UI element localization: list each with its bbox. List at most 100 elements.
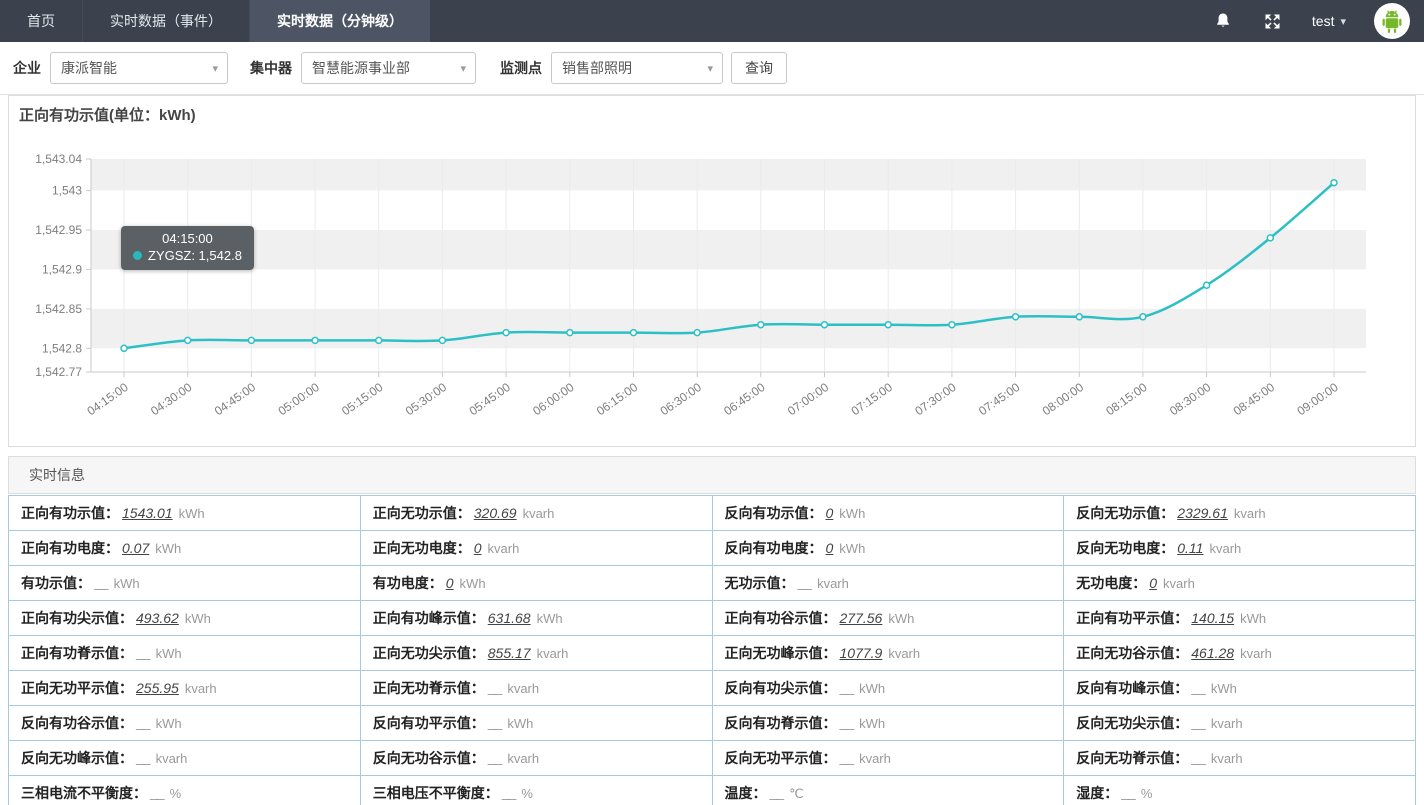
info-cell-unit: % bbox=[521, 786, 533, 801]
line-chart[interactable]: 1,543.041,5431,542.951,542.91,542.851,54… bbox=[9, 96, 1415, 446]
info-cell: 反向有功平示值：__kWh bbox=[360, 706, 712, 741]
info-cell-label: 反向无功电度： bbox=[1076, 540, 1174, 556]
info-cell-label: 正向无功脊示值： bbox=[373, 680, 485, 696]
info-cell-unit: kWh bbox=[507, 716, 533, 731]
fullscreen-icon[interactable] bbox=[1262, 10, 1284, 32]
info-row: 反向无功峰示值：__kvarh反向无功谷示值：__kvarh反向无功平示值：__… bbox=[9, 741, 1416, 776]
user-menu[interactable]: test ▾ bbox=[1312, 13, 1346, 29]
info-cell-unit: kvarh bbox=[1240, 646, 1272, 661]
info-cell: 正向无功峰示值：1077.9kvarh bbox=[712, 636, 1064, 671]
info-cell-value: 493.62 bbox=[136, 610, 179, 626]
info-row: 正向有功尖示值：493.62kWh正向有功峰示值：631.68kWh正向有功谷示… bbox=[9, 601, 1416, 636]
info-cell: 反向有功电度：0kWh bbox=[712, 531, 1064, 566]
info-cell: 正向无功平示值：255.95kvarh bbox=[9, 671, 361, 706]
info-cell-unit: kvarh bbox=[537, 646, 569, 661]
info-cell-label: 反向无功尖示值： bbox=[1076, 715, 1188, 731]
info-cell-value: 0.11 bbox=[1177, 540, 1203, 556]
svg-text:05:45:00: 05:45:00 bbox=[467, 380, 514, 418]
nav-tab-realtime-event[interactable]: 实时数据（事件） bbox=[83, 0, 250, 42]
info-cell-value: __ bbox=[150, 785, 164, 801]
info-cell-unit: kWh bbox=[114, 576, 140, 591]
tooltip-series-value: ZYGSZ: 1,542.8 bbox=[148, 248, 242, 263]
svg-text:06:15:00: 06:15:00 bbox=[594, 380, 641, 418]
info-cell-label: 湿度： bbox=[1076, 785, 1118, 801]
info-section-header: 实时信息 bbox=[8, 456, 1416, 494]
series-dot-icon bbox=[133, 251, 142, 260]
info-cell-unit: kvarh bbox=[859, 751, 891, 766]
info-cell-value: 1077.9 bbox=[840, 645, 883, 661]
info-cell-unit: kvarh bbox=[1211, 751, 1243, 766]
info-cell-label: 正向无功平示值： bbox=[21, 680, 133, 696]
svg-text:04:15:00: 04:15:00 bbox=[84, 380, 131, 418]
info-cell-unit: kvarh bbox=[156, 751, 188, 766]
info-cell-unit: kWh bbox=[859, 716, 885, 731]
info-section-title: 实时信息 bbox=[29, 465, 85, 485]
svg-text:08:15:00: 08:15:00 bbox=[1103, 380, 1150, 418]
info-cell-label: 无功电度： bbox=[1076, 575, 1146, 591]
monitor-point-select-value: 销售部照明 bbox=[562, 58, 632, 78]
info-cell-unit: kWh bbox=[839, 541, 865, 556]
info-cell-value: 0.07 bbox=[122, 540, 149, 556]
info-cell-unit: kvarh bbox=[817, 576, 849, 591]
info-cell-label: 三相电流不平衡度： bbox=[21, 785, 147, 801]
svg-text:1,542.85: 1,542.85 bbox=[35, 302, 82, 316]
bell-icon[interactable] bbox=[1212, 10, 1234, 32]
enterprise-select[interactable]: 康派智能 ▾ bbox=[50, 52, 228, 84]
info-cell-label: 正向有功峰示值： bbox=[373, 610, 485, 626]
info-cell-value: __ bbox=[136, 645, 150, 661]
info-cell-unit: kvarh bbox=[1234, 506, 1266, 521]
info-cell: 反向无功尖示值：__kvarh bbox=[1064, 706, 1416, 741]
info-cell: 正向无功尖示值：855.17kvarh bbox=[360, 636, 712, 671]
concentrator-label: 集中器 bbox=[250, 58, 292, 78]
info-cell-label: 反向无功谷示值： bbox=[373, 750, 485, 766]
info-cell: 反向无功峰示值：__kvarh bbox=[9, 741, 361, 776]
info-cell: 反向有功尖示值：__kWh bbox=[712, 671, 1064, 706]
concentrator-select[interactable]: 智慧能源事业部 ▾ bbox=[301, 52, 476, 84]
svg-text:08:00:00: 08:00:00 bbox=[1040, 380, 1087, 418]
info-cell-unit: kvarh bbox=[1163, 576, 1195, 591]
info-row: 正向有功脊示值：__kWh正向无功尖示值：855.17kvarh正向无功峰示值：… bbox=[9, 636, 1416, 671]
info-cell-unit: ℃ bbox=[789, 786, 804, 801]
nav-tab-realtime-minute[interactable]: 实时数据（分钟级） bbox=[250, 0, 430, 42]
info-cell-unit: kWh bbox=[839, 506, 865, 521]
info-cell: 反向有功峰示值：__kWh bbox=[1064, 671, 1416, 706]
nav-tab-home[interactable]: 首页 bbox=[0, 0, 83, 42]
info-cell-label: 反向有功谷示值： bbox=[21, 715, 133, 731]
chevron-down-icon: ▾ bbox=[212, 62, 218, 75]
info-table-body: 正向有功示值：1543.01kWh正向无功示值：320.69kvarh反向有功示… bbox=[9, 496, 1416, 805]
info-cell-unit: kvarh bbox=[1209, 541, 1241, 556]
info-cell: 正向无功示值：320.69kvarh bbox=[360, 496, 712, 531]
info-cell-unit: kWh bbox=[179, 506, 205, 521]
info-cell-label: 反向无功脊示值： bbox=[1076, 750, 1188, 766]
info-cell: 正向无功脊示值：__kvarh bbox=[360, 671, 712, 706]
info-cell-unit: kWh bbox=[156, 646, 182, 661]
svg-text:05:00:00: 05:00:00 bbox=[276, 380, 323, 418]
info-cell: 正向有功尖示值：493.62kWh bbox=[9, 601, 361, 636]
info-cell-label: 正向有功尖示值： bbox=[21, 610, 133, 626]
info-cell: 反向无功脊示值：__kvarh bbox=[1064, 741, 1416, 776]
user-name: test bbox=[1312, 13, 1335, 29]
info-cell-value: __ bbox=[770, 785, 784, 801]
info-cell: 湿度：__% bbox=[1064, 776, 1416, 805]
info-cell-label: 正向有功谷示值： bbox=[725, 610, 837, 626]
svg-text:07:45:00: 07:45:00 bbox=[976, 380, 1023, 418]
svg-text:1,543: 1,543 bbox=[52, 184, 82, 198]
svg-text:09:00:00: 09:00:00 bbox=[1294, 380, 1341, 418]
android-avatar[interactable] bbox=[1374, 3, 1410, 39]
info-cell-label: 反向有功峰示值： bbox=[1076, 680, 1188, 696]
enterprise-label: 企业 bbox=[13, 58, 41, 78]
info-cell-value: 631.68 bbox=[488, 610, 531, 626]
info-table: 正向有功示值：1543.01kWh正向无功示值：320.69kvarh反向有功示… bbox=[8, 495, 1416, 805]
info-cell-value: 855.17 bbox=[488, 645, 531, 661]
info-cell-value: __ bbox=[94, 575, 108, 591]
svg-text:1,542.77: 1,542.77 bbox=[35, 365, 82, 379]
query-button[interactable]: 查询 bbox=[731, 52, 787, 84]
svg-text:07:15:00: 07:15:00 bbox=[849, 380, 896, 418]
chevron-down-icon: ▾ bbox=[707, 62, 713, 75]
info-cell-label: 反向无功示值： bbox=[1076, 505, 1174, 521]
info-cell-value: 461.28 bbox=[1191, 645, 1234, 661]
chevron-down-icon: ▾ bbox=[1340, 15, 1346, 28]
info-cell-label: 正向有功脊示值： bbox=[21, 645, 133, 661]
info-row: 正向有功电度：0.07kWh正向无功电度：0kvarh反向有功电度：0kWh反向… bbox=[9, 531, 1416, 566]
monitor-point-select[interactable]: 销售部照明 ▾ bbox=[551, 52, 723, 84]
